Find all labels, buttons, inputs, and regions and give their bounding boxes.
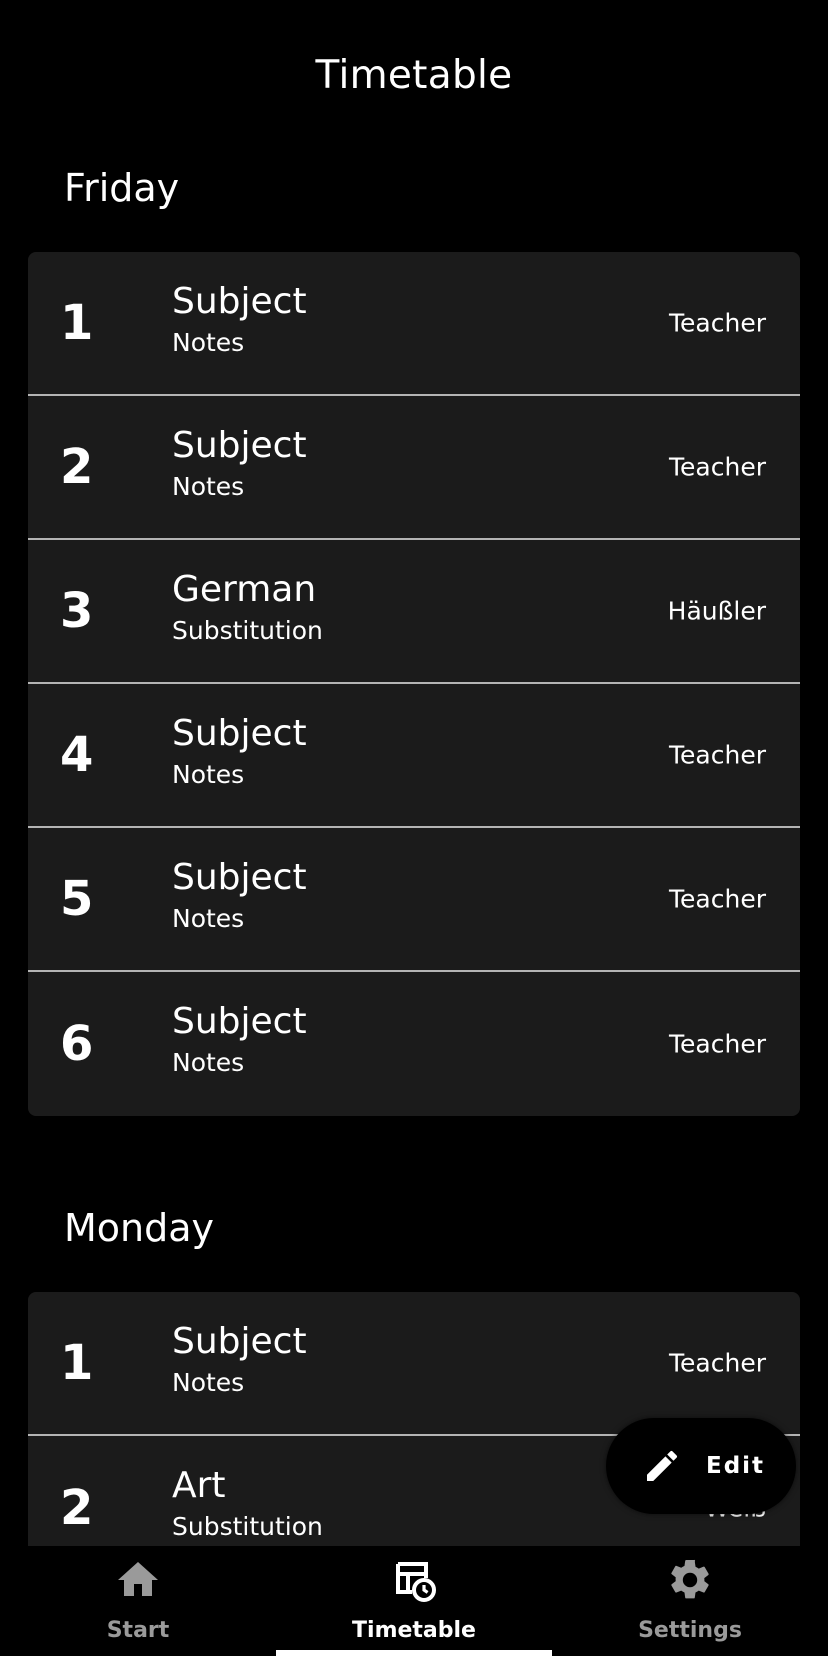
lesson-note: Notes: [172, 760, 245, 789]
edit-button[interactable]: Edit: [606, 1418, 796, 1514]
day-heading-friday: Friday: [64, 166, 180, 210]
lesson-teacher: Teacher: [669, 452, 766, 482]
app-header: Timetable: [0, 0, 828, 150]
lesson-info: Subject Notes: [172, 1320, 307, 1400]
lesson-number: 2: [60, 1480, 94, 1536]
lesson-number: 5: [60, 871, 94, 927]
day-heading-monday: Monday: [64, 1206, 215, 1250]
lesson-note: Notes: [172, 472, 245, 501]
lesson-number: 6: [60, 1016, 94, 1072]
lesson-info: Subject Notes: [172, 712, 307, 792]
pencil-icon: [647, 1450, 678, 1481]
lesson-row[interactable]: 6 Subject Notes Teacher: [28, 972, 800, 1116]
lesson-number: 3: [60, 583, 94, 639]
nav-item-label: Settings: [638, 1618, 742, 1643]
lesson-teacher: Teacher: [669, 308, 766, 338]
lesson-number: 2: [60, 439, 94, 495]
lesson-number: 4: [60, 727, 94, 783]
lesson-teacher: Häußler: [667, 596, 766, 626]
nav-item-start[interactable]: Start: [0, 1546, 276, 1656]
lesson-info: Art Substitution: [172, 1464, 323, 1544]
lesson-number: 1: [60, 1335, 94, 1391]
lesson-teacher: Teacher: [669, 1029, 766, 1059]
nav-item-timetable[interactable]: Timetable: [276, 1546, 552, 1656]
lesson-teacher: Teacher: [669, 740, 766, 770]
timetable-scroll-area[interactable]: Friday 1 Subject Notes Teacher 2 Subject…: [0, 150, 828, 1546]
lesson-subject: Subject: [172, 281, 307, 322]
lesson-note: Notes: [172, 328, 245, 357]
gear-icon: [671, 1559, 709, 1599]
lesson-row[interactable]: 2 Subject Notes Teacher: [28, 396, 800, 540]
nav-item-settings[interactable]: Settings: [552, 1546, 828, 1656]
lesson-row[interactable]: 5 Subject Notes Teacher: [28, 828, 800, 972]
home-icon: [118, 1562, 158, 1596]
lesson-subject: German: [172, 569, 317, 610]
lesson-note: Notes: [172, 1048, 245, 1077]
day-card-friday: 1 Subject Notes Teacher 2 Subject Notes …: [28, 252, 800, 1116]
lesson-subject: Art: [172, 1465, 226, 1506]
lesson-note: Notes: [172, 1368, 245, 1397]
lesson-info: Subject Notes: [172, 280, 307, 360]
lesson-subject: Subject: [172, 425, 307, 466]
lesson-info: Subject Notes: [172, 856, 307, 936]
lesson-subject: Subject: [172, 1321, 307, 1362]
active-tab-indicator: [276, 1650, 552, 1656]
bottom-navigation: Start Timetable Settings: [0, 1546, 828, 1656]
lesson-info: Subject Notes: [172, 424, 307, 504]
lesson-subject: Subject: [172, 857, 307, 898]
nav-item-label: Timetable: [352, 1618, 476, 1643]
lesson-info: Subject Notes: [172, 1000, 307, 1080]
timetable-clock-icon: [396, 1562, 436, 1602]
lesson-row[interactable]: 1 Subject Notes Teacher: [28, 252, 800, 396]
lesson-row[interactable]: 4 Subject Notes Teacher: [28, 684, 800, 828]
nav-item-label: Start: [106, 1618, 170, 1643]
lesson-note: Substitution: [172, 616, 323, 645]
lesson-teacher: Teacher: [669, 1348, 766, 1378]
page-title: Timetable: [315, 52, 513, 98]
lesson-info: German Substitution: [172, 568, 323, 648]
lesson-note: Substitution: [172, 1512, 323, 1541]
edit-button-label: Edit: [706, 1453, 766, 1479]
lesson-subject: Subject: [172, 713, 307, 754]
lesson-teacher: Teacher: [669, 884, 766, 914]
lesson-row[interactable]: 1 Subject Notes Teacher: [28, 1292, 800, 1436]
lesson-row[interactable]: 3 German Substitution Häußler: [28, 540, 800, 684]
lesson-note: Notes: [172, 904, 245, 933]
lesson-subject: Subject: [172, 1001, 307, 1042]
lesson-number: 1: [60, 295, 94, 351]
